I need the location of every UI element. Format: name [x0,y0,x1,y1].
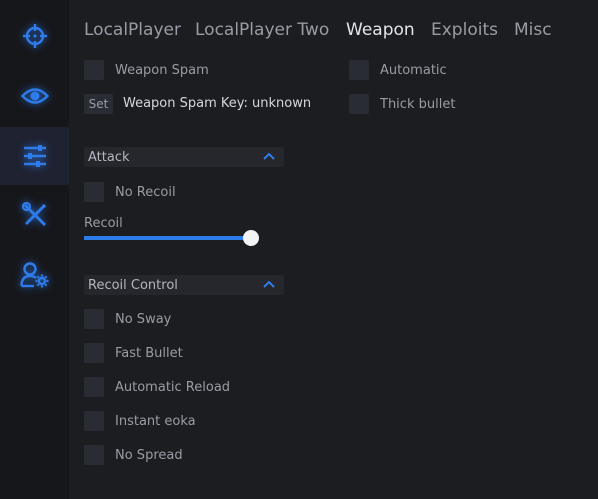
tools-icon [21,202,46,227]
crosshair-icon [22,24,47,48]
recoil-slider-label: Recoil [84,216,123,231]
automatic-reload-checkbox[interactable] [84,377,104,397]
tab-localplayer-two[interactable]: LocalPlayer Two [195,20,329,40]
no-spread-checkbox[interactable] [84,445,104,465]
set-key-button[interactable]: Set [84,94,113,114]
user-settings-icon [19,262,48,288]
automatic-checkbox[interactable] [349,60,369,80]
recoil-slider[interactable] [84,230,259,246]
tab-exploits[interactable]: Exploits [431,20,498,40]
instant-eoka-label: Instant eoka [115,414,196,429]
tab-misc[interactable]: Misc [514,20,552,40]
attack-section-title: Attack [88,150,130,165]
instant-eoka-checkbox[interactable] [84,411,104,431]
no-sway-label: No Sway [115,312,172,327]
no-recoil-label: No Recoil [115,185,176,200]
sliders-icon [23,145,46,167]
no-sway-checkbox[interactable] [84,309,104,329]
chevron-up-icon [263,280,275,288]
automatic-label: Automatic [380,63,447,78]
sidebar-item-tools[interactable] [0,186,69,244]
weapon-spam-key-label: Weapon Spam Key: unknown [123,96,312,111]
sidebar-item-misc-settings[interactable] [0,127,69,185]
sidebar-item-account-settings[interactable] [0,246,69,304]
tab-weapon[interactable]: Weapon [346,20,415,40]
weapon-spam-checkbox[interactable] [84,60,104,80]
recoil-slider-fill [84,236,251,240]
attack-section-header[interactable]: Attack [84,147,284,167]
chevron-up-icon [263,152,275,160]
tab-localplayer[interactable]: LocalPlayer [84,20,181,40]
thick-bullet-label: Thick bullet [380,97,456,112]
fast-bullet-label: Fast Bullet [115,346,183,361]
no-recoil-checkbox[interactable] [84,182,104,202]
weapon-spam-label: Weapon Spam [115,63,209,78]
sidebar-item-aimbot[interactable] [0,7,69,65]
no-spread-label: No Spread [115,448,183,463]
eye-icon [20,88,49,104]
automatic-reload-label: Automatic Reload [115,380,231,395]
recoil-control-section-header[interactable]: Recoil Control [84,275,284,295]
recoil-slider-handle[interactable] [243,230,259,246]
fast-bullet-checkbox[interactable] [84,343,104,363]
thick-bullet-checkbox[interactable] [349,94,369,114]
sidebar-item-visuals[interactable] [0,67,69,125]
recoil-control-section-title: Recoil Control [88,278,178,293]
sidebar [0,0,69,499]
